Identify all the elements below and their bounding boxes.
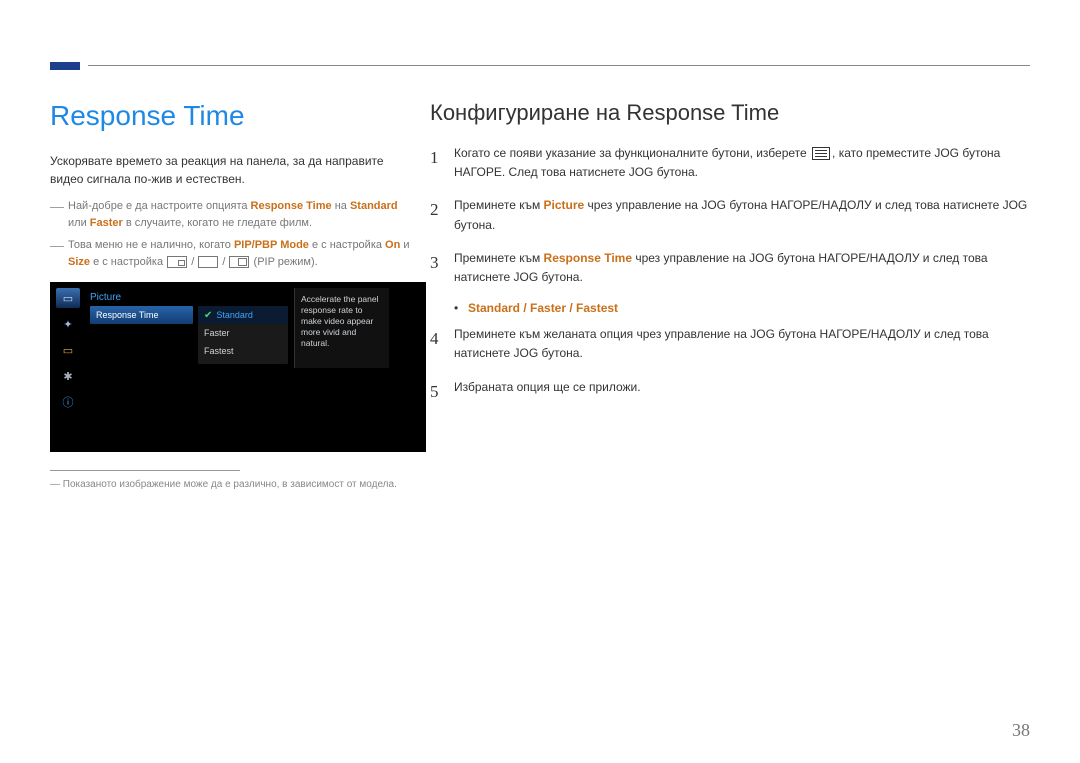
step2-a: Преминете към (454, 198, 544, 212)
step-5: 5 Избраната опция ще се приложи. (430, 378, 1030, 405)
step1-a: Когато се появи указание за функционални… (454, 146, 810, 160)
osd-description: Accelerate the panel response rate to ma… (294, 288, 389, 368)
tip2-size: Size (68, 256, 90, 268)
step-number: 5 (430, 378, 454, 405)
tip-item-2: ― Това меню не е налично, когато PIP/PBP… (50, 237, 410, 270)
tip1-mid2: или (68, 217, 90, 229)
dash-icon: ― (50, 198, 68, 231)
step3-a: Преминете към (454, 251, 544, 265)
osd-menu-responsetime: Response Time (90, 306, 193, 324)
step-3: 3 Преминете към Response Time чрез управ… (430, 249, 1030, 287)
osd-nav-picture-icon: ▭ (56, 288, 80, 308)
pip-size-icon-2 (198, 256, 218, 268)
osd-option-standard: ✔ Standard (198, 306, 288, 324)
step-4: 4 Преминете към желаната опция чрез упра… (430, 325, 1030, 363)
bullet-dot: • (454, 301, 468, 315)
pip-size-icon-1 (167, 256, 187, 268)
header-rule (88, 65, 1030, 66)
step5-body: Избраната опция ще се приложи. (454, 378, 1030, 405)
tip2-pip: PIP/PBP Mode (234, 239, 309, 251)
check-icon: ✔ (204, 310, 212, 321)
tip2-mid2: и (400, 239, 409, 251)
osd-nav-icon: ✦ (56, 314, 80, 334)
tip1-mid: на (332, 200, 350, 212)
osd-title: Picture (90, 292, 121, 303)
step-number: 4 (430, 325, 454, 363)
page-number: 38 (1012, 720, 1030, 741)
tip-item-1: ― Най-добре е да настроите опцията Respo… (50, 198, 410, 231)
tip1-standard: Standard (350, 200, 398, 212)
osd-nav-icon: ▭ (56, 340, 80, 360)
options-bullet: • Standard / Faster / Fastest (454, 301, 1030, 315)
pip-size-icon-3 (229, 256, 249, 268)
intro-text: Ускорявате времето за реакция на панела,… (50, 152, 410, 188)
step2-picture: Picture (544, 198, 585, 212)
step-number: 3 (430, 249, 454, 287)
osd-screenshot: ▭ ✦ ▭ ✱ ⓘ Picture Response Time ✔ Standar… (50, 282, 426, 452)
step-number: 2 (430, 196, 454, 234)
osd-option-faster: Faster (198, 324, 288, 342)
osd-opt1-label: Standard (216, 310, 253, 320)
tip1-pre: Най-добре е да настроите опцията (68, 200, 251, 212)
tip1-faster: Faster (90, 217, 123, 229)
tip2-mid3: е с настройка (90, 256, 166, 268)
step-1: 1 Когато се появи указание за функционал… (430, 144, 1030, 182)
note-text: ― Показаното изображение може да е разли… (50, 479, 410, 490)
header-accent (50, 62, 80, 70)
dash-icon: ― (50, 237, 68, 270)
step3-responsetime: Response Time (544, 251, 632, 265)
osd-nav-info-icon: ⓘ (56, 392, 80, 412)
right-title: Конфигуриране на Response Time (430, 100, 1030, 126)
tip2-post: (PIP режим). (250, 256, 317, 268)
note-divider (50, 470, 240, 471)
step-number: 1 (430, 144, 454, 182)
step-2: 2 Преминете към Picture чрез управление … (430, 196, 1030, 234)
options-text: Standard / Faster / Fastest (468, 301, 618, 315)
tip1-responsetime: Response Time (251, 200, 332, 212)
step4-body: Преминете към желаната опция чрез управл… (454, 325, 1030, 363)
tip2-mid: е с настройка (309, 239, 385, 251)
section-title: Response Time (50, 100, 410, 132)
tip2-on: On (385, 239, 400, 251)
osd-option-fastest: Fastest (198, 342, 288, 360)
menu-icon (812, 147, 830, 160)
osd-nav-settings-icon: ✱ (56, 366, 80, 386)
tip2-pre: Това меню не е налично, когато (68, 239, 234, 251)
note-body: Показаното изображение може да е различн… (63, 479, 397, 490)
tip1-post: в случаите, когато не гледате филм. (123, 217, 312, 229)
